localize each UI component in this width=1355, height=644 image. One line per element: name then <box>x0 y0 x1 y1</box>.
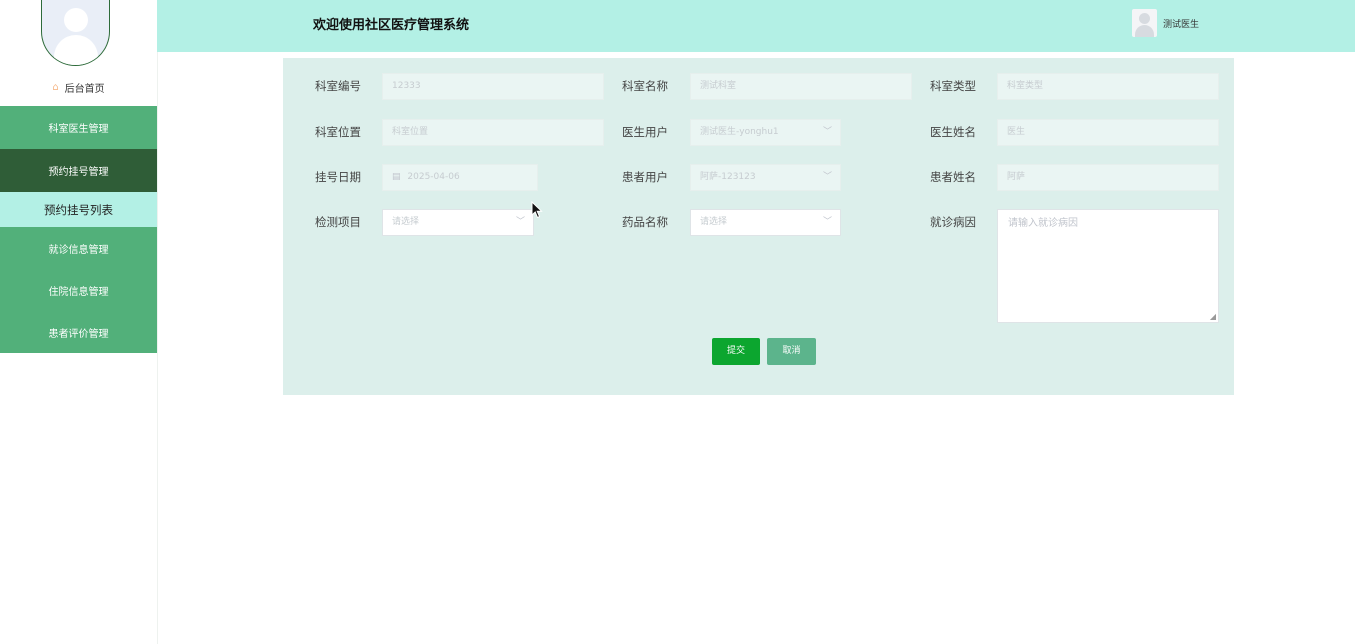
sidebar: ⌂ 后台首页 科室医生管理 预约挂号管理 预约挂号列表 就诊信息管理 住院信息管… <box>0 0 158 644</box>
dept-no-field[interactable]: 12333 <box>382 73 604 100</box>
home-icon: ⌂ <box>52 81 59 93</box>
home-label: 后台首页 <box>64 83 105 95</box>
mouse-cursor-icon <box>531 201 543 219</box>
dept-type-label: 科室类型 <box>930 79 976 93</box>
user-name: 测试医生 <box>1163 19 1200 30</box>
sidebar-subitem-appointment-list[interactable]: 预约挂号列表 <box>0 192 157 227</box>
chevron-down-icon: ﹀ <box>515 217 525 227</box>
doctor-name-label: 医生姓名 <box>930 125 976 139</box>
submit-button[interactable]: 提交 <box>712 338 760 365</box>
exam-item-select[interactable]: 请选择 ﹀ <box>382 209 534 236</box>
reg-date-picker[interactable]: ▤ 2025-04-06 <box>382 164 538 191</box>
chevron-down-icon: ﹀ <box>822 127 832 137</box>
visit-reason-label: 就诊病因 <box>930 215 976 229</box>
sidebar-item-dept-doctor[interactable]: 科室医生管理 <box>0 106 157 149</box>
dept-name-field[interactable]: 测试科室 <box>690 73 912 100</box>
patient-name-field[interactable]: 阿萨 <box>997 164 1219 191</box>
sidebar-item-hospitalization[interactable]: 住院信息管理 <box>0 269 157 311</box>
visit-reason-textarea[interactable]: 请输入就诊病因 ◢ <box>997 209 1219 323</box>
doctor-user-label: 医生用户 <box>622 125 668 139</box>
user-icon <box>1132 9 1157 37</box>
dept-location-field[interactable]: 科室位置 <box>382 119 604 146</box>
patient-user-select[interactable]: 阿萨-123123 ﹀ <box>690 164 841 191</box>
drug-name-select[interactable]: 请选择 ﹀ <box>690 209 841 236</box>
doctor-user-value: 测试医生-yonghu1 <box>700 127 779 137</box>
doctor-user-select[interactable]: 测试医生-yonghu1 ﹀ <box>690 119 841 146</box>
top-header: 欢迎使用社区医疗管理系统 测试医生 <box>157 0 1355 52</box>
user-avatar-icon <box>41 0 110 66</box>
dept-no-label: 科室编号 <box>315 79 361 93</box>
reg-date-value: 2025-04-06 <box>407 172 460 182</box>
reg-date-label: 挂号日期 <box>315 170 361 184</box>
visit-reason-placeholder: 请输入就诊病因 <box>1008 218 1078 229</box>
home-link[interactable]: ⌂ 后台首页 <box>0 76 157 98</box>
exam-item-label: 检测项目 <box>315 215 361 229</box>
cancel-button[interactable]: 取消 <box>767 338 816 365</box>
drug-name-label: 药品名称 <box>622 215 668 229</box>
chevron-down-icon: ﹀ <box>822 217 832 227</box>
drug-name-placeholder: 请选择 <box>700 217 728 227</box>
chevron-down-icon: ﹀ <box>822 172 832 182</box>
exam-item-placeholder: 请选择 <box>392 217 420 227</box>
dept-name-label: 科室名称 <box>622 79 668 93</box>
sidebar-menu: 科室医生管理 预约挂号管理 预约挂号列表 就诊信息管理 住院信息管理 患者评价管… <box>0 106 157 353</box>
sidebar-item-patient-review[interactable]: 患者评价管理 <box>0 311 157 353</box>
user-menu[interactable]: 测试医生 <box>1132 9 1199 37</box>
patient-name-label: 患者姓名 <box>930 170 976 184</box>
resize-grip-icon[interactable]: ◢ <box>1210 312 1216 321</box>
page-title: 欢迎使用社区医疗管理系统 <box>313 18 470 33</box>
patient-user-label: 患者用户 <box>622 170 668 184</box>
sidebar-item-appointment[interactable]: 预约挂号管理 <box>0 149 157 192</box>
calendar-icon: ▤ <box>392 172 401 182</box>
appointment-form: 科室编号 12333 科室名称 测试科室 科室类型 科室类型 科室位置 科室位置… <box>283 58 1234 395</box>
doctor-name-field[interactable]: 医生 <box>997 119 1219 146</box>
patient-user-value: 阿萨-123123 <box>700 172 756 182</box>
dept-type-field[interactable]: 科室类型 <box>997 73 1219 100</box>
dept-location-label: 科室位置 <box>315 125 361 139</box>
sidebar-item-visit-info[interactable]: 就诊信息管理 <box>0 227 157 269</box>
avatar[interactable] <box>41 0 112 66</box>
